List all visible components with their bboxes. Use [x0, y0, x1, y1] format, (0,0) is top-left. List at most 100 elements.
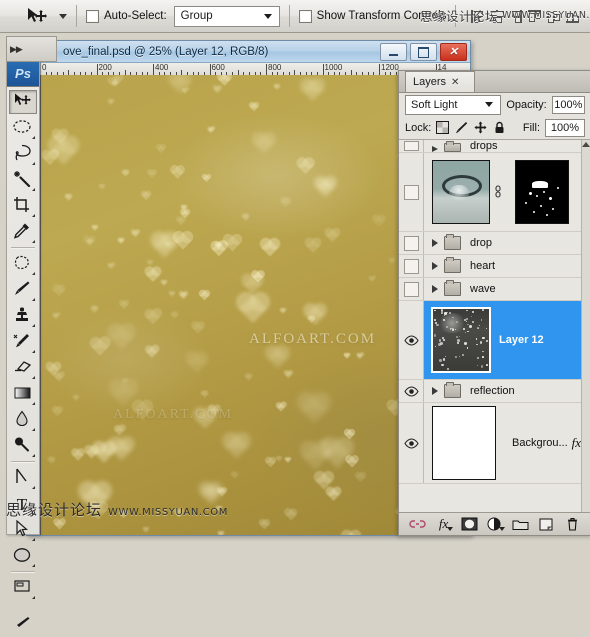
align-buttons-group[interactable] — [470, 9, 581, 24]
auto-select-checkbox[interactable] — [86, 9, 99, 23]
layer-visibility-toggle[interactable] — [399, 140, 424, 152]
heart-bokeh — [214, 86, 222, 94]
brush-secondary-tool-button[interactable] — [7, 611, 37, 637]
scroll-up-arrow-icon[interactable] — [582, 142, 590, 147]
thumbnail-sparkle — [463, 328, 466, 331]
opacity-input[interactable]: 100% — [551, 95, 585, 114]
table-row[interactable]: Backgrou... fx — [399, 403, 590, 484]
notes-tool-button[interactable] — [7, 575, 37, 601]
type-tool-button[interactable]: T — [7, 491, 37, 517]
align-horizontal-centers-icon[interactable] — [489, 9, 505, 24]
table-row[interactable]: heart — [399, 255, 590, 278]
thumbnail-sparkle — [480, 319, 483, 321]
delete-layer-button[interactable] — [564, 517, 581, 532]
minimize-button[interactable] — [380, 43, 407, 61]
clone-stamp-tool-button[interactable] — [7, 303, 37, 329]
new-layer-button[interactable] — [538, 517, 555, 532]
table-row[interactable]: Layer 12 — [399, 301, 590, 380]
move-tool-button[interactable] — [9, 90, 37, 114]
brush-tool-button[interactable] — [7, 277, 37, 303]
adjustment-layer-button[interactable] — [486, 517, 506, 532]
layer-visibility-toggle[interactable] — [399, 153, 424, 231]
active-tool-icon-button[interactable] — [22, 4, 52, 28]
show-transform-controls-control[interactable]: Show Transform Controls — [298, 9, 446, 23]
layer-visibility-toggle[interactable] — [399, 380, 424, 402]
heart-bokeh — [192, 322, 204, 334]
layer-visibility-toggle[interactable] — [399, 255, 424, 277]
layer-thumbnail[interactable] — [431, 307, 491, 373]
layer-mask-thumbnail[interactable] — [515, 160, 569, 224]
gradient-tool-button[interactable] — [7, 381, 37, 407]
lasso-tool-button[interactable] — [7, 141, 37, 167]
group-expand-chevron-icon[interactable] — [432, 387, 438, 395]
folder-icon — [444, 141, 461, 152]
dodge-tool-button[interactable] — [7, 433, 37, 459]
layer-visibility-toggle[interactable] — [399, 278, 424, 300]
layer-visibility-toggle[interactable] — [399, 403, 424, 483]
align-vertical-centers-icon[interactable] — [546, 9, 562, 24]
table-row[interactable]: drop — [399, 232, 590, 255]
magic-wand-tool-button[interactable] — [7, 167, 37, 193]
lock-position-icon[interactable] — [474, 121, 487, 134]
align-top-edges-icon[interactable] — [527, 9, 543, 24]
layer-effects-fx-icon[interactable]: fx — [572, 435, 581, 451]
link-layers-button[interactable] — [409, 517, 426, 532]
layers-list[interactable]: drops drop heart wave Layer 12 reflectio… — [399, 139, 590, 512]
lock-image-pixels-icon[interactable] — [455, 121, 468, 134]
group-expand-chevron-icon[interactable] — [432, 146, 438, 152]
crop-tool-button[interactable] — [7, 193, 37, 219]
pen-tool-button[interactable] — [7, 465, 37, 491]
auto-select-control[interactable]: Auto-Select: Group — [86, 5, 280, 27]
layer-row[interactable]: drops — [399, 140, 590, 153]
add-layer-mask-button[interactable] — [461, 517, 478, 532]
close-icon[interactable]: ✕ — [451, 77, 459, 88]
expand-panels-chevron-icon[interactable]: ▶▶ — [10, 44, 23, 55]
layer-style-button[interactable]: fx — [435, 516, 454, 532]
layer-visibility-toggle[interactable] — [399, 232, 424, 254]
align-right-edges-icon[interactable] — [508, 9, 524, 24]
tab-layers[interactable]: Layers ✕ — [405, 71, 475, 92]
align-bottom-edges-icon[interactable] — [565, 9, 581, 24]
document-titlebar[interactable]: ove_final.psd @ 25% (Layer 12, RGB/8) ✕ — [27, 41, 470, 63]
auto-select-dropdown[interactable]: Group — [173, 5, 280, 27]
collapsed-panel-tab[interactable]: ▶▶ — [6, 36, 57, 62]
fill-input[interactable]: 100% — [545, 118, 585, 137]
new-group-button[interactable] — [512, 517, 529, 532]
group-expand-chevron-icon[interactable] — [432, 239, 438, 247]
show-transform-checkbox[interactable] — [298, 9, 312, 23]
thumbnail-sparkle — [466, 347, 469, 349]
blur-tool-button[interactable] — [7, 407, 37, 433]
pen-icon — [14, 468, 30, 488]
tool-preset-chevron-icon[interactable] — [59, 13, 67, 19]
link-mask-icon[interactable] — [494, 185, 502, 199]
layers-scrollbar[interactable] — [581, 140, 590, 512]
table-row[interactable]: wave — [399, 278, 590, 301]
thumbnail-sparkle — [482, 350, 484, 352]
marquee-tool-button[interactable] — [7, 115, 37, 141]
thumbnail-sparkle — [446, 311, 448, 314]
layer-thumbnail[interactable] — [432, 406, 496, 480]
lock-all-icon[interactable] — [493, 121, 506, 134]
healing-brush-tool-button[interactable] — [7, 251, 37, 277]
layer-thumbnail[interactable] — [432, 160, 490, 224]
layer-visibility-toggle[interactable] — [399, 301, 424, 379]
shape-tool-button[interactable] — [7, 543, 37, 569]
window-buttons: ✕ — [380, 43, 467, 61]
eraser-tool-button[interactable] — [7, 355, 37, 381]
group-expand-chevron-icon[interactable] — [432, 262, 438, 270]
close-button[interactable]: ✕ — [440, 43, 467, 61]
group-expand-chevron-icon[interactable] — [432, 285, 438, 293]
table-row[interactable] — [399, 153, 590, 232]
table-row[interactable]: reflection — [399, 380, 590, 403]
eyedropper-tool-button[interactable] — [7, 219, 37, 245]
heart-bokeh — [224, 434, 249, 459]
tool-divider — [11, 247, 35, 249]
path-selection-tool-button[interactable] — [7, 517, 37, 543]
align-left-edges-icon[interactable] — [470, 9, 486, 24]
history-brush-tool-button[interactable] — [7, 329, 37, 355]
blend-mode-dropdown[interactable]: Soft Light — [405, 94, 502, 115]
maximize-button[interactable] — [410, 43, 437, 61]
ruler-major-tick — [209, 64, 211, 75]
lock-buttons-group — [436, 121, 506, 134]
lock-transparent-pixels-icon[interactable] — [436, 121, 450, 134]
